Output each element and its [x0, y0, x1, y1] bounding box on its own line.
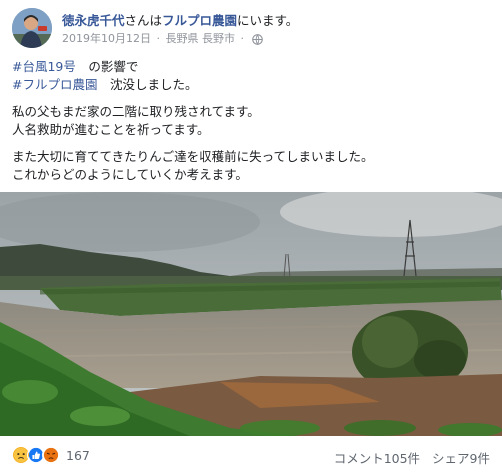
- text-segment: 沈没しました。: [97, 77, 198, 92]
- meta-separator: ·: [240, 32, 245, 45]
- author-avatar[interactable]: [12, 8, 52, 48]
- post-footer: 167 コメント105件 シェア9件: [0, 438, 502, 476]
- post-meta: 2019年10月12日 · 長野県 長野市 ·: [62, 30, 263, 46]
- post-text: #台風19号 の影響で #フルプロ農園 沈没しました。 私の父もまだ家の二階に取…: [12, 58, 492, 184]
- post-location[interactable]: 長野県 長野市: [166, 32, 236, 45]
- text-line: 私の父もまだ家の二階に取り残されてます。: [12, 104, 260, 119]
- comments-count[interactable]: コメント105件: [334, 451, 420, 466]
- hashtag-typhoon[interactable]: #台風19号: [12, 59, 76, 74]
- meta-separator: ·: [156, 32, 161, 45]
- avatar-photo: [12, 8, 52, 48]
- shares-count[interactable]: シェア9件: [432, 451, 490, 466]
- globe-icon[interactable]: [251, 33, 263, 45]
- hashtag-farm[interactable]: #フルプロ農園: [12, 77, 97, 92]
- engagement-counts: コメント105件 シェア9件: [326, 448, 490, 467]
- facebook-post: 徳永虎千代さんはフルプロ農園にいます。 2019年10月12日 · 長野県 長野…: [0, 0, 502, 476]
- flooded-orchard-photo: [0, 192, 502, 436]
- author-suffix: さんは: [124, 13, 163, 28]
- place-link[interactable]: フルプロ農園: [162, 13, 237, 28]
- post-header: 徳永虎千代さんはフルプロ農園にいます。 2019年10月12日 · 長野県 長野…: [12, 8, 492, 48]
- text-line: #台風19号 の影響で: [12, 58, 492, 76]
- text-line: 人名救助が進むことを祈ってます。: [12, 122, 210, 137]
- post-photo[interactable]: [0, 192, 502, 436]
- author-line: 徳永虎千代さんはフルプロ農園にいます。: [62, 10, 298, 29]
- text-line: これからどのようにしていくか考えます。: [12, 167, 248, 182]
- place-suffix: にいます。: [237, 13, 299, 28]
- post-date[interactable]: 2019年10月12日: [62, 32, 151, 45]
- text-line: また大切に育ててきたりんご達を収穫前に失ってしまいました。: [12, 149, 374, 164]
- text-line: #フルプロ農園 沈没しました。: [12, 76, 492, 94]
- angry-icon: [42, 446, 60, 464]
- text-segment: の影響で: [75, 59, 139, 74]
- reaction-count[interactable]: 167: [66, 448, 90, 463]
- author-name[interactable]: 徳永虎千代: [62, 13, 125, 28]
